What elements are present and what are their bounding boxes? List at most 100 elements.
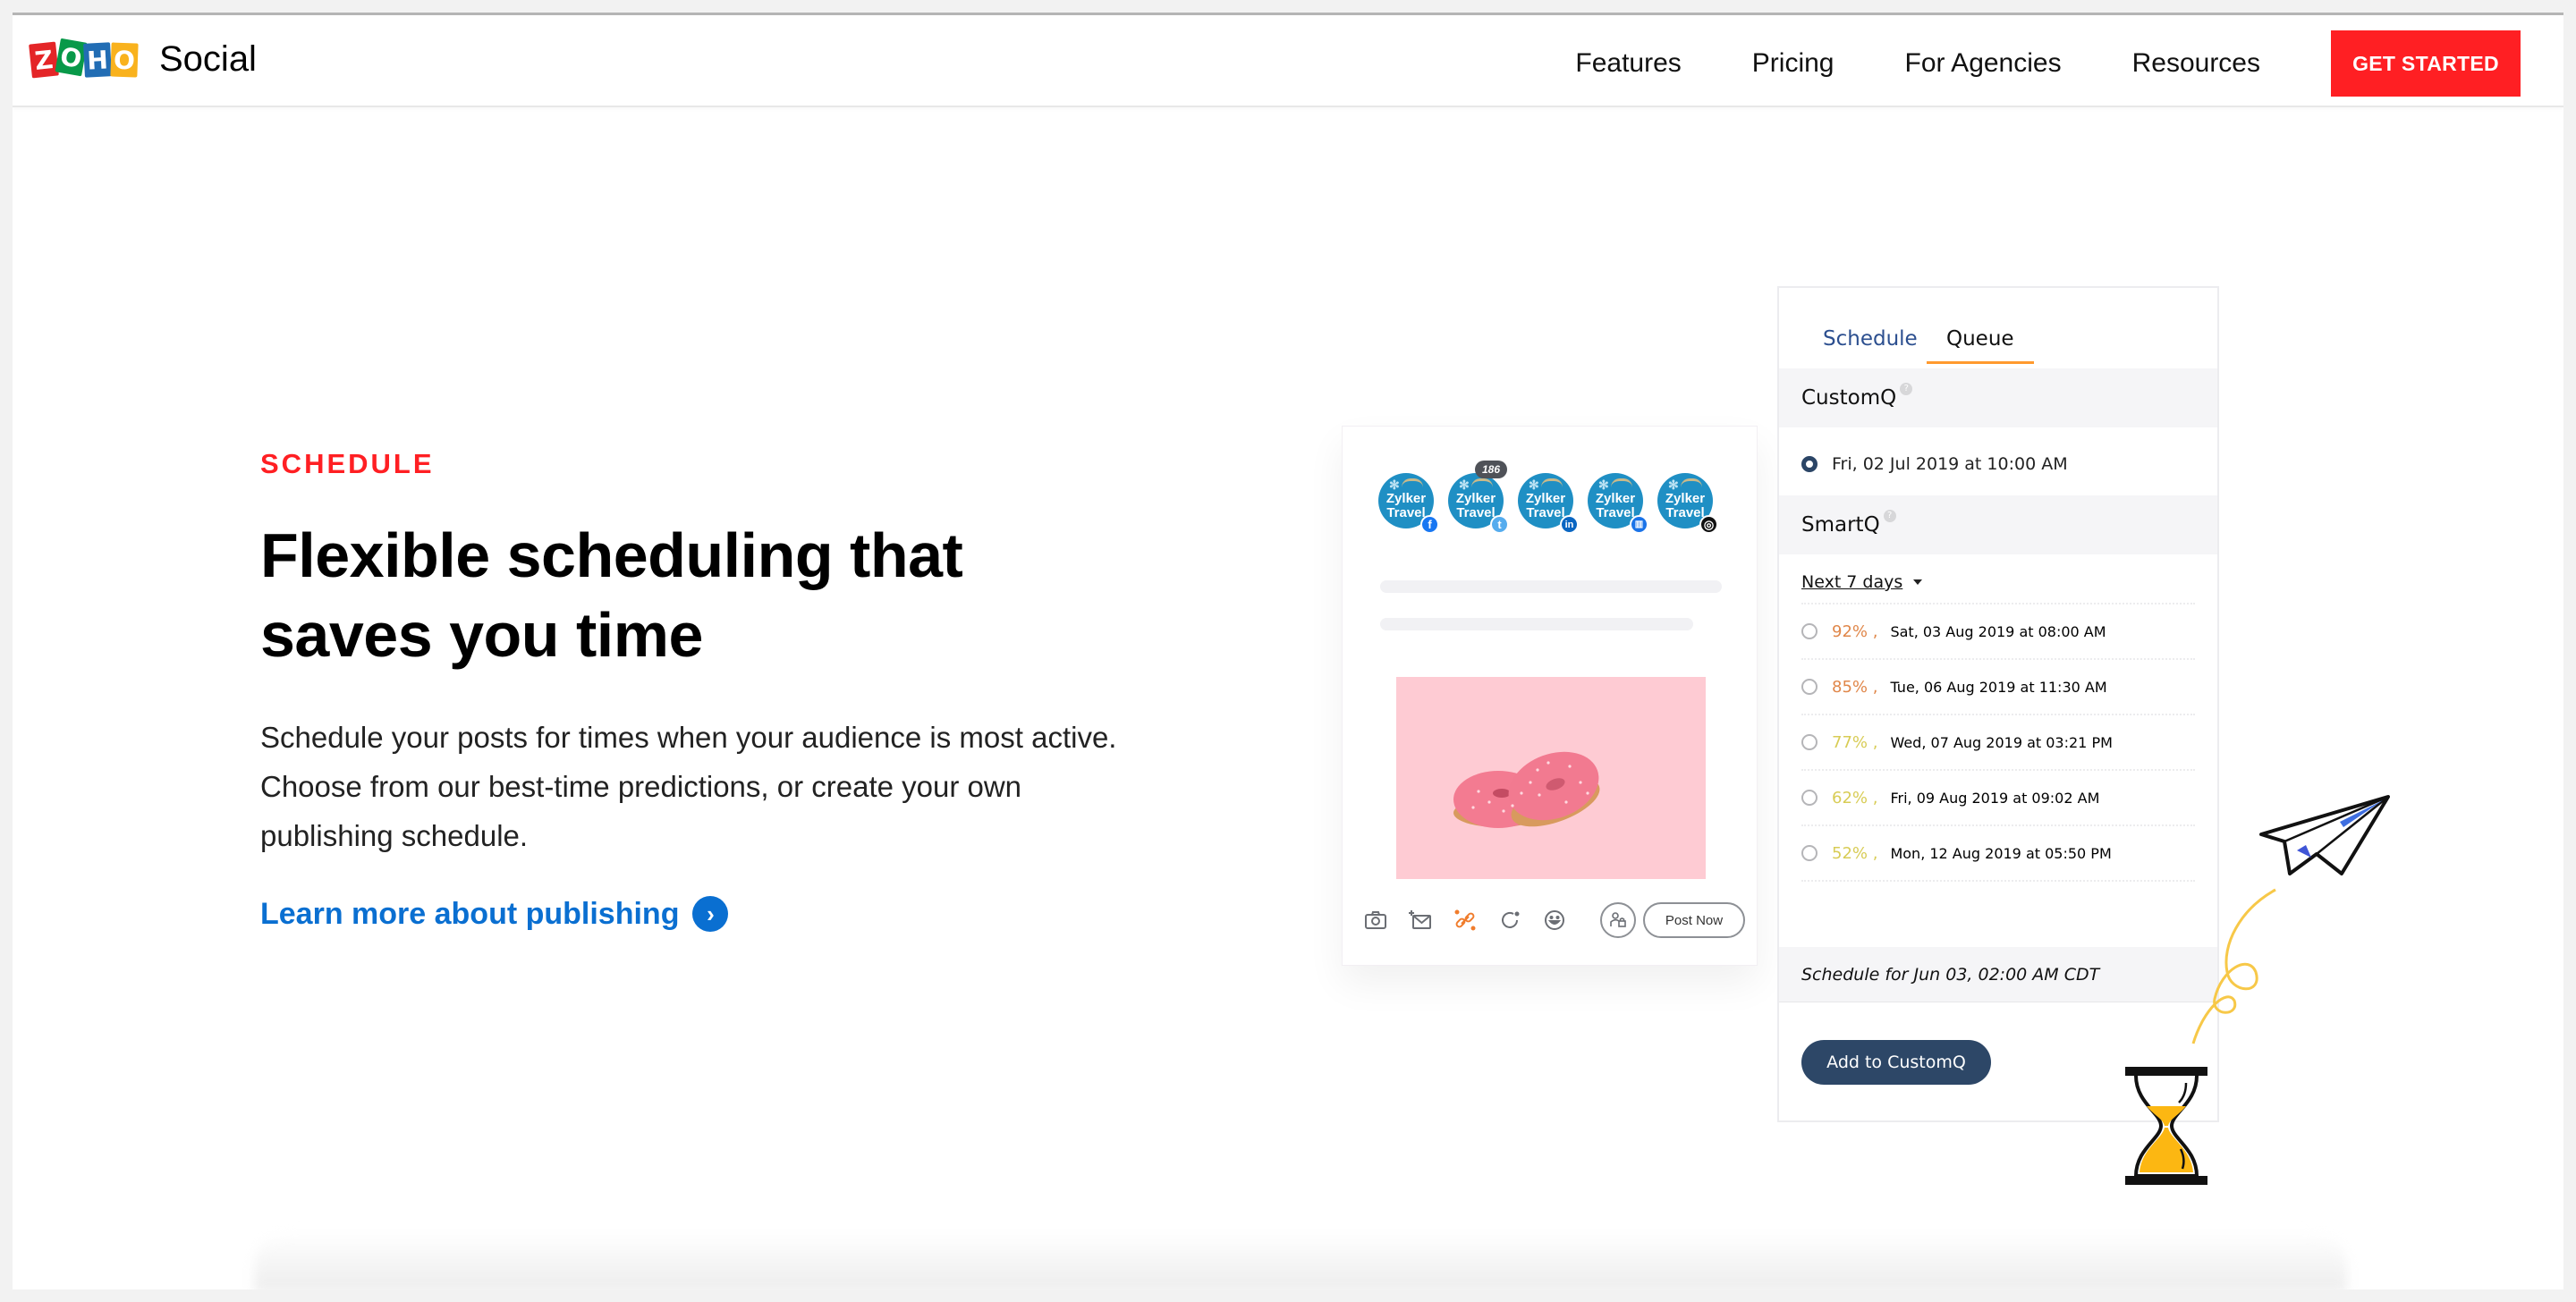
account-avatar-linkedin[interactable]: ✻ Zylker Travel in — [1518, 473, 1579, 534]
site-header: Z O H O Social Features Pricing For Agen… — [13, 15, 2563, 107]
add-media-icon[interactable] — [1405, 905, 1436, 935]
text-placeholder-line[interactable] — [1380, 618, 1693, 630]
slot-datetime: Fri, 09 Aug 2019 at 09:02 AM — [1890, 789, 2100, 807]
smartq-title: SmartQ — [1801, 513, 1880, 537]
palm-icon: ✻ — [1668, 478, 1679, 492]
post-now-button[interactable]: Post Now — [1643, 902, 1745, 938]
avatar-text: Travel — [1386, 505, 1426, 520]
customq-title: CustomQ — [1801, 386, 1897, 410]
smartq-slot[interactable]: 77% , Wed, 07 Aug 2019 at 03:21 PM — [1801, 715, 2195, 771]
link-shortener-icon[interactable] — [1450, 905, 1480, 935]
next-section-shadow — [254, 1231, 2347, 1289]
customq-header: CustomQ ? — [1779, 368, 2217, 427]
dotted-flight-path — [2191, 888, 2276, 1044]
smartq-slot-list: 92% , Sat, 03 Aug 2019 at 08:00 AM 85% ,… — [1801, 603, 2195, 882]
user-lock-icon[interactable] — [1600, 902, 1636, 938]
logo-tile-o: O — [55, 38, 88, 76]
palm-icon: ✻ — [1389, 478, 1400, 492]
slot-datetime: Mon, 12 Aug 2019 at 05:50 PM — [1890, 844, 2112, 862]
avatar-text: Zylker — [1455, 491, 1496, 506]
slot-score: 92% , — [1832, 621, 1878, 641]
avatar-text: Travel — [1596, 505, 1635, 520]
palm-icon: ✻ — [1529, 478, 1539, 492]
add-to-customq-button[interactable]: Add to CustomQ — [1801, 1040, 1991, 1085]
slot-datetime: Sat, 03 Aug 2019 at 08:00 AM — [1890, 622, 2106, 640]
schedule-note: Schedule for Jun 03, 02:00 AM CDT — [1779, 947, 2217, 1002]
sun-icon — [1471, 478, 1493, 487]
slot-datetime: Tue, 06 Aug 2019 at 11:30 AM — [1890, 678, 2107, 696]
schedule-panel: Schedule Queue CustomQ ? Fri, 02 Jul 201… — [1777, 286, 2219, 1122]
avatar-text: Zylker — [1595, 491, 1636, 506]
sun-icon — [1681, 478, 1702, 487]
instagram-icon: ◎ — [1699, 515, 1718, 534]
nav-features[interactable]: Features — [1575, 48, 1681, 79]
radio-unselected[interactable] — [1801, 845, 1818, 861]
logo-tile-z: Z — [29, 41, 59, 78]
get-started-button[interactable]: GET STARTED — [2331, 30, 2521, 97]
smartq-slot[interactable]: 92% , Sat, 03 Aug 2019 at 08:00 AM — [1801, 604, 2195, 660]
paper-plane-icon — [2259, 795, 2390, 875]
sun-icon — [1541, 478, 1563, 487]
logo-tile-h: H — [83, 41, 112, 78]
twitter-icon: t — [1490, 515, 1509, 534]
text-placeholder-line[interactable] — [1380, 580, 1722, 593]
account-avatar-instagram[interactable]: ✻ Zylker Travel ◎ — [1657, 473, 1718, 534]
learn-more-link[interactable]: Learn more about publishing › — [260, 896, 729, 932]
gmb-icon: ▥ — [1630, 515, 1648, 534]
radio-unselected[interactable] — [1801, 623, 1818, 639]
section-headline: Flexible scheduling that saves you time — [260, 520, 963, 670]
post-composer-card: ✻ Zylker Travel f ✻ Zylker Travel 186 t ✻ … — [1342, 426, 1758, 966]
main-nav: Features Pricing For Agencies Resources … — [1575, 30, 2521, 97]
zoho-social-logo[interactable]: Z O H O Social — [29, 38, 257, 80]
refresh-icon[interactable] — [1495, 905, 1525, 935]
slot-score: 77% , — [1832, 732, 1878, 752]
product-name: Social — [159, 39, 257, 79]
radio-unselected[interactable] — [1801, 734, 1818, 750]
caret-down-icon — [1913, 579, 1923, 585]
facebook-icon: f — [1420, 515, 1439, 534]
avatar-text: Zylker — [1665, 491, 1706, 506]
range-dropdown[interactable]: Next 7 days — [1801, 572, 1923, 592]
smartq-slot[interactable]: 62% , Fri, 09 Aug 2019 at 09:02 AM — [1801, 771, 2195, 826]
chevron-right-circle-icon: › — [692, 896, 729, 932]
nav-resources[interactable]: Resources — [2132, 48, 2260, 79]
avatar-text: Travel — [1526, 505, 1565, 520]
linkedin-icon: in — [1560, 515, 1579, 534]
help-icon[interactable]: ? — [1883, 510, 1896, 522]
tab-queue[interactable]: Queue — [1927, 327, 2034, 364]
slot-score: 85% , — [1832, 677, 1878, 697]
nav-for-agencies[interactable]: For Agencies — [1905, 48, 2062, 79]
radio-unselected[interactable] — [1801, 790, 1818, 806]
section-eyebrow: SCHEDULE — [260, 448, 435, 479]
palm-icon: ✻ — [1459, 478, 1470, 492]
sun-icon — [1402, 478, 1423, 487]
slot-datetime: Wed, 07 Aug 2019 at 03:21 PM — [1890, 733, 2113, 751]
page: Z O H O Social Features Pricing For Agen… — [13, 13, 2563, 1289]
hourglass-icon — [2125, 1067, 2207, 1185]
account-selector: ✻ Zylker Travel f ✻ Zylker Travel 186 t ✻ … — [1378, 461, 1727, 534]
character-count-badge: 186 — [1475, 461, 1508, 478]
slot-score: 62% , — [1832, 788, 1878, 807]
tab-schedule[interactable]: Schedule — [1823, 327, 1918, 361]
smartq-slot[interactable]: 52% , Mon, 12 Aug 2019 at 05:50 PM — [1801, 826, 2195, 882]
zoho-logo-icon: Z O H O — [29, 38, 139, 78]
customq-slot[interactable]: Fri, 02 Jul 2019 at 10:00 AM — [1801, 436, 2195, 492]
avatar-text: Zylker — [1385, 491, 1427, 506]
smartq-header: SmartQ ? — [1779, 495, 2217, 554]
account-avatar-facebook[interactable]: ✻ Zylker Travel f — [1378, 473, 1439, 534]
radio-selected[interactable] — [1801, 456, 1818, 472]
radio-unselected[interactable] — [1801, 679, 1818, 695]
sun-icon — [1611, 478, 1632, 487]
learn-more-label: Learn more about publishing — [260, 896, 680, 931]
nav-pricing[interactable]: Pricing — [1752, 48, 1835, 79]
help-icon[interactable]: ? — [1900, 383, 1913, 395]
composer-toolbar: Post Now — [1360, 900, 1745, 940]
post-image-donuts — [1396, 677, 1706, 879]
camera-icon[interactable] — [1360, 905, 1391, 935]
account-avatar-twitter[interactable]: ✻ Zylker Travel 186 t — [1448, 461, 1509, 534]
range-label: Next 7 days — [1801, 572, 1903, 592]
emoji-icon[interactable] — [1539, 905, 1570, 935]
donuts-illustration — [1453, 751, 1600, 828]
account-avatar-gmb[interactable]: ✻ Zylker Travel ▥ — [1588, 473, 1648, 534]
smartq-slot[interactable]: 85% , Tue, 06 Aug 2019 at 11:30 AM — [1801, 660, 2195, 715]
